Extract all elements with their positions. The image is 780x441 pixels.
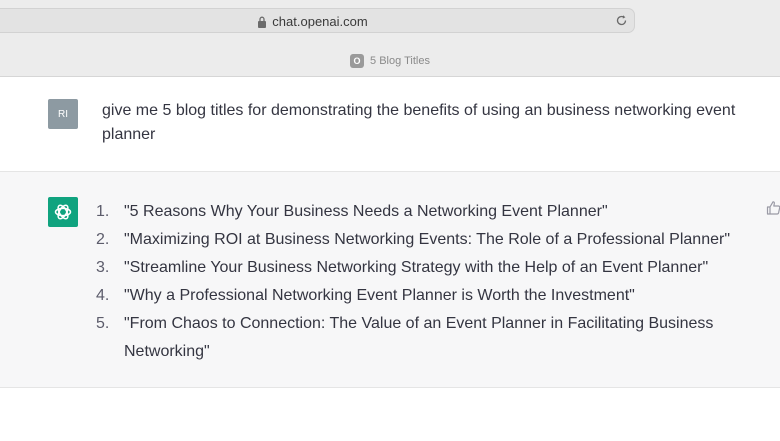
list-item: 5. "From Chaos to Connection: The Value o… (96, 315, 714, 360)
thumbs-up-icon[interactable] (766, 200, 780, 216)
list-item: 4. "Why a Professional Networking Event P… (96, 287, 635, 304)
list-item: 3. "Streamline Your Business Networking S… (96, 259, 709, 276)
list-item: 1. "5 Reasons Why Your Business Needs a N… (96, 203, 608, 220)
openai-knot-icon (54, 204, 72, 220)
url-text: chat.openai.com (272, 14, 368, 29)
user-message-row: RI give me 5 blog titles for demonstrati… (0, 77, 780, 172)
browser-toolbar: chat.openai.com O 5 Blog Titles (0, 0, 780, 77)
address-bar[interactable]: chat.openai.com (0, 8, 635, 33)
list-item: 2. "Maximizing ROI at Business Networking… (96, 231, 730, 248)
blog-titles-list: 1. "5 Reasons Why Your Business Needs a N… (96, 198, 746, 366)
reload-icon[interactable] (615, 14, 628, 27)
chatgpt-logo-icon (48, 197, 78, 227)
tab-title-label: 5 Blog Titles (370, 55, 430, 67)
tab-title[interactable]: O 5 Blog Titles (0, 53, 780, 69)
user-message-text: give me 5 blog titles for demonstrating … (102, 102, 736, 143)
user-avatar: RI (48, 99, 78, 129)
lock-icon (258, 16, 267, 28)
assistant-message-row: 1. "5 Reasons Why Your Business Needs a N… (0, 172, 780, 388)
favicon-icon: O (350, 54, 365, 68)
